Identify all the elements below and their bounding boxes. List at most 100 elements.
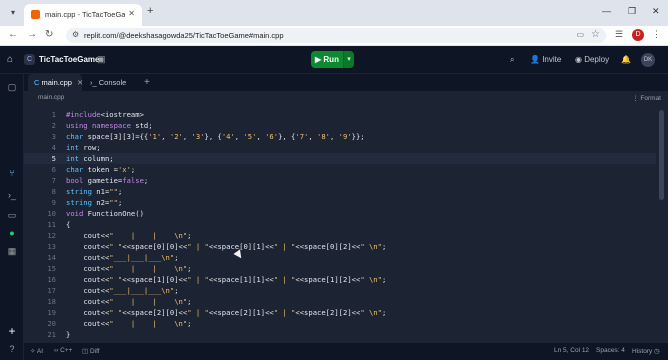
bookmark-star-icon[interactable]: ☆ [591,29,600,40]
browser-tab[interactable]: main.cpp - TicTacToeGame - Re ✕ [24,4,142,26]
profile-avatar[interactable]: D [632,29,644,41]
code-line[interactable]: 18 cout<<" | | \n"; [24,296,656,307]
help-icon[interactable]: ? [0,344,24,354]
site-info-icon[interactable]: ⚙ [72,30,79,39]
code-text[interactable]: cout<<" "<<space[0][0]<<" | "<<space[0][… [66,241,386,252]
code-line[interactable]: 5 int column; [24,153,656,164]
code-text[interactable]: cout<<"___|___|___\n"; [66,252,178,263]
code-line[interactable]: 4 int row; [24,142,656,153]
code-text[interactable]: #include<iostream> [66,109,144,120]
line-number: 5 [51,154,56,163]
code-text[interactable]: cout<<" | | \n"; [66,296,191,307]
add-tab-icon[interactable]: + [144,77,150,88]
code-text[interactable]: cout<<" "<<space[2][0]<<" | "<<space[2][… [66,307,386,318]
history-button[interactable]: History ◷ [632,347,660,355]
tab-console[interactable]: ›_ Console [86,74,138,92]
line-number: 18 [47,297,56,306]
code-text[interactable]: } [66,329,70,340]
close-tab-x-icon[interactable]: ✕ [77,78,83,87]
code-line[interactable]: 10 void FunctionOne() [24,208,656,219]
cursor-position[interactable]: Ln 5, Col 12 [554,347,589,354]
repl-icon[interactable]: C [24,54,35,65]
indentation-setting[interactable]: Spaces: 4 [596,347,625,354]
code-text[interactable]: int row; [66,142,101,153]
code-line[interactable]: 14 cout<<"___|___|___\n"; [24,252,656,263]
code-line[interactable]: 12 cout<<" | | \n"; [24,230,656,241]
new-tab-icon[interactable]: + [147,5,153,17]
add-tool-icon[interactable]: + [0,324,24,338]
code-text[interactable]: void FunctionOne() [66,208,144,219]
line-number: 15 [47,264,56,273]
minimize-icon[interactable]: — [602,6,611,16]
code-line[interactable]: 1 #include<iostream> [24,109,656,120]
packages-icon[interactable]: ▦ [0,246,24,257]
code-line[interactable]: 16 cout<<" "<<space[1][0]<<" | "<<space[… [24,274,656,285]
install-app-icon[interactable]: ▭ [576,30,584,39]
scrollbar-thumb[interactable] [659,110,664,200]
files-icon[interactable]: ▢ [0,82,24,93]
deploy-label: Deploy [584,55,610,64]
code-text[interactable]: string n2=""; [66,197,122,208]
search-icon[interactable]: ⌕ [510,55,514,65]
status-bar: ✧ AI ‹› C++ ◫ Diff Ln 5, Col 12 Spaces: … [24,342,668,360]
code-line[interactable]: 8 string n1=""; [24,186,656,197]
diff-status[interactable]: ◫ Diff [82,347,100,355]
shell-icon[interactable]: ›_ [0,190,24,200]
code-line[interactable]: 6 char token ='x'; [24,164,656,175]
code-text[interactable]: cout<<" | | \n"; [66,263,191,274]
reload-icon[interactable]: ↻ [45,29,53,40]
code-text[interactable]: using namespace std; [66,120,153,131]
line-number: 16 [47,275,56,284]
code-line[interactable]: 13 cout<<" "<<space[0][0]<<" | "<<space[… [24,241,656,252]
code-text[interactable]: cout<<" | | \n"; [66,318,191,329]
code-editor[interactable]: 1 #include<iostream> 2 using namespace std;… [24,104,656,342]
code-text[interactable]: { [66,219,70,230]
code-line[interactable]: 21} [24,329,656,340]
breadcrumb[interactable]: main.cpp [38,94,64,101]
code-line[interactable]: 20 cout<<" | | \n"; [24,318,656,329]
run-options-chevron-icon[interactable]: ▾ [343,51,354,68]
notifications-bell-icon[interactable]: 🔔 [621,55,631,64]
browser-menu-icon[interactable]: ⋮ [652,29,661,40]
repl-name[interactable]: TicTacToeGame [39,55,99,64]
toggle-panel-icon[interactable]: ▣ [97,54,106,65]
format-button[interactable]: ⋮ Format [632,94,661,102]
code-text[interactable]: int column; [66,153,114,164]
code-text[interactable]: char token ='x'; [66,164,135,175]
code-line[interactable]: 7 bool gametie=false; [24,175,656,186]
extensions-icon[interactable]: ☰ [615,29,623,40]
tab-main-cpp[interactable]: C main.cpp ✕ [28,74,83,92]
code-line[interactable]: 3 char space[3][3]={{'1', '2', '3'}, {'4'… [24,131,656,142]
code-text[interactable]: char space[3][3]={{'1', '2', '3'}, {'4',… [66,131,365,142]
console-icon[interactable]: ▭ [0,210,24,221]
version-control-icon[interactable]: ⑂ [0,168,24,178]
code-line[interactable]: 15 cout<<" | | \n"; [24,263,656,274]
code-line[interactable]: 17 cout<<"___|___|___\n"; [24,285,656,296]
close-tab-icon[interactable]: ✕ [128,9,135,18]
address-bar[interactable]: ⚙ replit.com/@deekshasagowda25/TicTacToe… [66,28,606,43]
code-line[interactable]: 2 using namespace std; [24,120,656,131]
code-text[interactable]: string n1=""; [66,186,122,197]
maximize-icon[interactable]: ❐ [628,6,636,17]
language-status[interactable]: ‹› C++ [54,347,72,354]
close-window-icon[interactable]: ✕ [652,6,660,17]
line-number: 6 [51,165,56,174]
code-line[interactable]: 9 string n2=""; [24,197,656,208]
code-text[interactable]: cout<<" "<<space[1][0]<<" | "<<space[1][… [66,274,386,285]
code-text[interactable]: bool gametie=false; [66,175,148,186]
run-button[interactable]: ▶ Run [311,51,343,68]
editor-scrollbar[interactable] [656,104,668,342]
code-text[interactable]: cout<<"___|___|___\n"; [66,285,178,296]
ai-status[interactable]: ✧ AI [30,347,43,355]
code-line[interactable]: 19 cout<<" "<<space[2][0]<<" | "<<space[… [24,307,656,318]
user-avatar[interactable]: DK [641,53,655,67]
tab-search-icon[interactable]: ▾ [6,6,20,20]
secrets-icon[interactable]: ● [0,228,24,238]
invite-button[interactable]: 👤 Invite [530,55,561,64]
forward-icon[interactable]: → [27,29,37,40]
code-text[interactable]: cout<<" | | \n"; [66,230,191,241]
back-icon[interactable]: ← [8,29,18,40]
code-line[interactable]: 11 { [24,219,656,230]
home-icon[interactable]: ⌂ [7,54,13,65]
deploy-button[interactable]: ◉ Deploy [575,55,609,64]
